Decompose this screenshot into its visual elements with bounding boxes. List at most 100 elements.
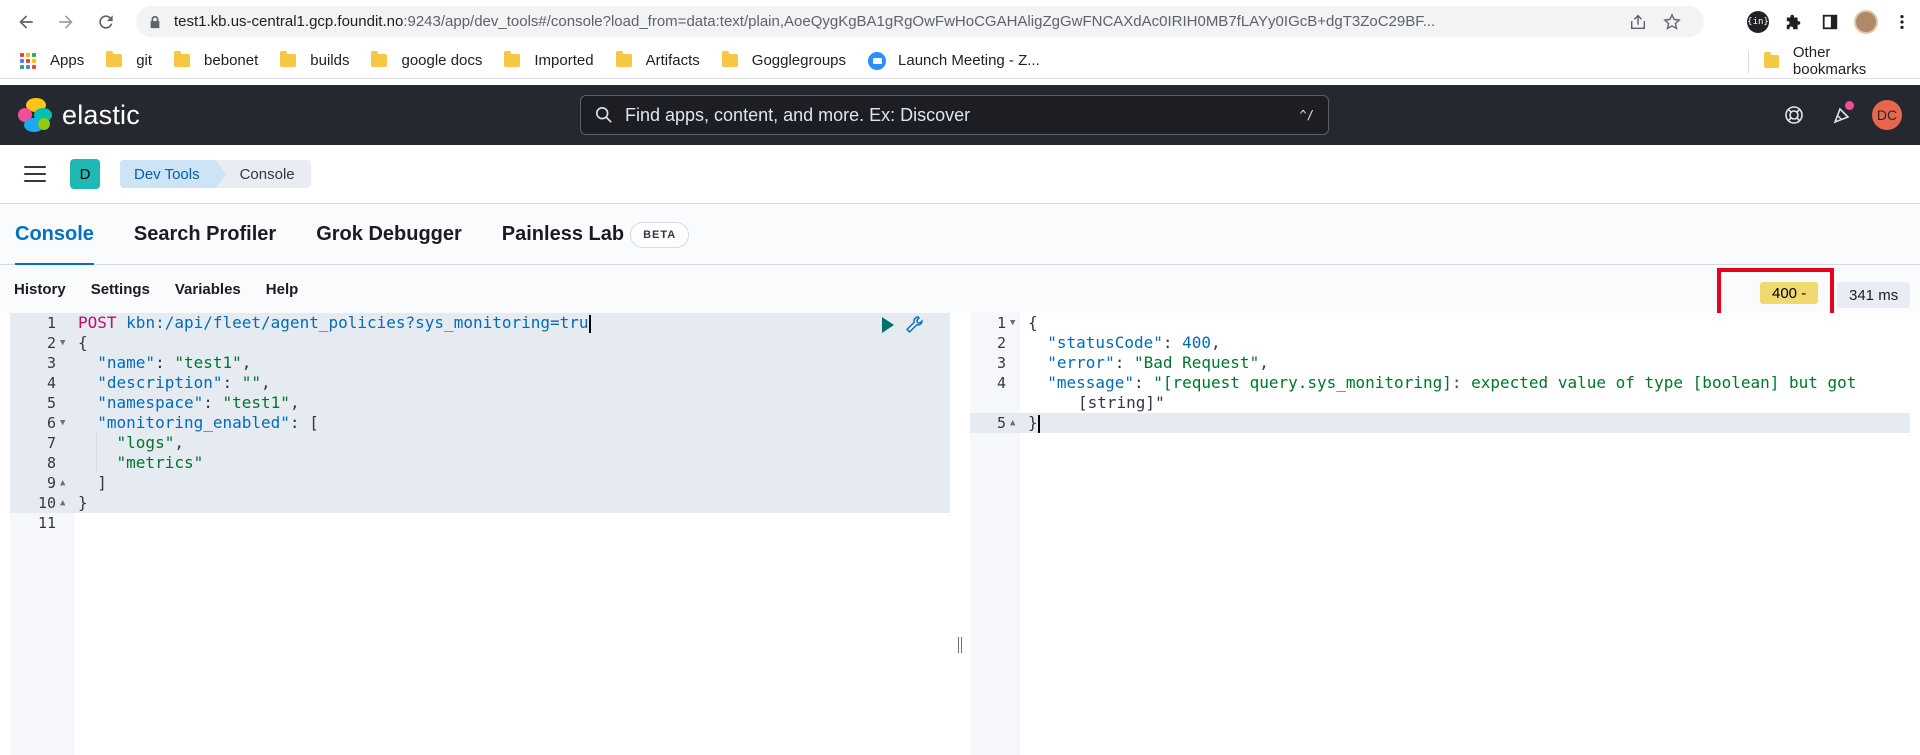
help-button[interactable]: Help xyxy=(266,281,299,298)
elastic-logo[interactable]: elastic xyxy=(18,98,140,132)
tab-console[interactable]: Console xyxy=(15,205,94,266)
bookmark-label: git xyxy=(136,52,153,69)
folder-icon xyxy=(174,51,191,67)
bookmark-star-icon[interactable] xyxy=(1662,12,1682,32)
send-request-play-icon[interactable] xyxy=(882,317,894,333)
sidepanel-icon[interactable] xyxy=(1812,6,1848,37)
code-line: 3 "error": "Bad Request", xyxy=(996,353,1269,372)
code-line-wrap: [string]" xyxy=(1078,393,1165,412)
folder-icon xyxy=(371,51,388,67)
bookmark-folder-gogglegroups[interactable]: Gogglegroups xyxy=(720,47,858,75)
code-line: 5 "namespace": "test1", xyxy=(10,393,950,413)
extensions-area: {in} xyxy=(1740,6,1920,37)
code-line: 4 "description": "", xyxy=(10,373,950,393)
browser-toolbar: test1.kb.us-central1.gcp.foundit.no:9243… xyxy=(0,0,1920,43)
bookmark-apps[interactable]: Apps xyxy=(18,47,96,75)
code-line: 3 "name": "test1", xyxy=(10,353,950,373)
bookmarks-divider xyxy=(1748,51,1749,73)
search-shortcut: ^/ xyxy=(1299,108,1314,122)
bookmark-folder-bebonet[interactable]: bebonet xyxy=(172,47,270,75)
bookmark-folder-artifacts[interactable]: Artifacts xyxy=(614,47,712,75)
breadcrumb: Dev Tools Console xyxy=(120,160,311,188)
bookmark-label: google docs xyxy=(401,52,483,69)
puzzle-extensions-icon[interactable] xyxy=(1776,6,1812,37)
code-line: 6 ▼ "monitoring_enabled": [ xyxy=(10,413,950,433)
tab-label: Grok Debugger xyxy=(316,223,462,245)
fold-chevron-up-icon[interactable]: ▲ xyxy=(60,493,65,513)
code-line: 1 POST kbn:/api/fleet/agent_policies?sys_… xyxy=(10,313,950,333)
bookmark-folder-git[interactable]: git xyxy=(104,47,164,75)
response-editor[interactable]: 1 ▼{ 2 "statusCode": 400, 3 "error": "Bad… xyxy=(970,313,1910,755)
fold-chevron-down-icon[interactable]: ▼ xyxy=(60,333,65,353)
global-search-input[interactable]: Find apps, content, and more. Ex: Discov… xyxy=(580,95,1329,135)
beta-badge: BETA xyxy=(630,221,690,248)
fold-chevron-down-icon[interactable]: ▼ xyxy=(60,413,65,433)
bookmarks-bar: Apps git bebonet builds google docs Impo… xyxy=(0,43,1920,79)
share-icon[interactable] xyxy=(1628,12,1648,32)
text-cursor xyxy=(588,314,591,333)
elastic-brand-text: elastic xyxy=(62,99,140,130)
lock-icon xyxy=(150,15,160,28)
zoom-icon xyxy=(868,51,887,70)
folder-icon xyxy=(615,51,632,67)
folder-icon xyxy=(1764,51,1779,68)
search-icon xyxy=(595,106,612,123)
url-text: test1.kb.us-central1.gcp.foundit.no:9243… xyxy=(174,13,1614,30)
address-bar[interactable]: test1.kb.us-central1.gcp.foundit.no:9243… xyxy=(136,6,1704,37)
code-line: 2 ▼{ xyxy=(10,333,950,353)
history-button[interactable]: History xyxy=(14,281,66,298)
reload-icon[interactable] xyxy=(90,6,122,38)
variables-button[interactable]: Variables xyxy=(175,281,241,298)
request-time-badge: 341 ms xyxy=(1837,282,1911,308)
extension-json-icon[interactable]: {in} xyxy=(1740,6,1776,37)
apps-grid-icon xyxy=(20,52,36,69)
fold-chevron-up-icon[interactable]: ▲ xyxy=(1010,413,1015,433)
bookmark-other-bookmarks[interactable]: Other bookmarks xyxy=(1762,44,1912,78)
dev-tools-tabs: Console Search Profiler Grok Debugger Pa… xyxy=(0,205,1920,266)
url-path: :9243/app/dev_tools#/console?load_from=d… xyxy=(403,13,1436,30)
elastic-logo-icon xyxy=(18,98,52,132)
tab-label: Search Profiler xyxy=(133,223,277,245)
profile-avatar[interactable] xyxy=(1848,6,1884,37)
elastic-header: elastic Find apps, content, and more. Ex… xyxy=(0,85,1920,145)
code-line: 5 ▲} xyxy=(970,413,1910,433)
text-cursor xyxy=(1037,414,1040,433)
bookmark-zoom-meeting[interactable]: Launch Meeting - Z... xyxy=(866,47,1052,75)
chrome-menu-icon[interactable] xyxy=(1884,6,1920,37)
tab-label: Console xyxy=(15,223,94,245)
indent-guide xyxy=(96,433,97,473)
help-lifebuoy-icon[interactable] xyxy=(1776,97,1812,133)
bookmark-folder-imported[interactable]: Imported xyxy=(502,47,605,75)
settings-button[interactable]: Settings xyxy=(91,281,150,298)
url-host: test1.kb.us-central1.gcp.foundit.no xyxy=(174,13,404,30)
request-url: kbn:/api/fleet/agent_policies?sys_monito… xyxy=(126,313,589,332)
wrench-icon[interactable] xyxy=(904,315,924,335)
back-icon[interactable] xyxy=(10,6,42,38)
breadcrumb-console: Console xyxy=(215,160,311,188)
folder-icon xyxy=(280,51,297,67)
bookmark-folder-builds[interactable]: builds xyxy=(278,47,361,75)
folder-icon xyxy=(721,51,738,67)
code-line: 1 ▼{ xyxy=(996,313,1038,333)
request-editor[interactable]: 1 POST kbn:/api/fleet/agent_policies?sys_… xyxy=(10,313,950,755)
panel-resize-handle[interactable] xyxy=(956,637,964,655)
user-avatar[interactable]: DC xyxy=(1872,100,1902,130)
menu-hamburger-icon[interactable] xyxy=(24,166,46,182)
bookmark-label: Launch Meeting - Z... xyxy=(898,52,1040,69)
space-avatar[interactable]: D xyxy=(70,159,100,189)
code-line: 7 "logs", xyxy=(10,433,950,453)
fold-chevron-up-icon[interactable]: ▲ xyxy=(60,473,65,493)
tab-label: Painless Lab xyxy=(501,223,625,245)
tab-grok-debugger[interactable]: Grok Debugger xyxy=(316,205,462,265)
breadcrumb-dev-tools[interactable]: Dev Tools xyxy=(120,160,226,188)
fold-chevron-down-icon[interactable]: ▼ xyxy=(1010,313,1015,333)
tab-painless-lab[interactable]: Painless Lab BETA xyxy=(501,205,690,265)
bookmark-folder-google-docs[interactable]: google docs xyxy=(369,47,494,75)
tab-search-profiler[interactable]: Search Profiler xyxy=(134,205,276,265)
forward-icon[interactable] xyxy=(50,6,82,38)
code-line: 4 "message": "[request query.sys_monitor… xyxy=(996,373,1857,392)
bookmark-label: Apps xyxy=(50,52,85,69)
news-cheer-icon[interactable] xyxy=(1824,97,1860,133)
request-method: POST xyxy=(78,313,117,332)
bookmark-label: Other bookmarks xyxy=(1792,44,1867,78)
